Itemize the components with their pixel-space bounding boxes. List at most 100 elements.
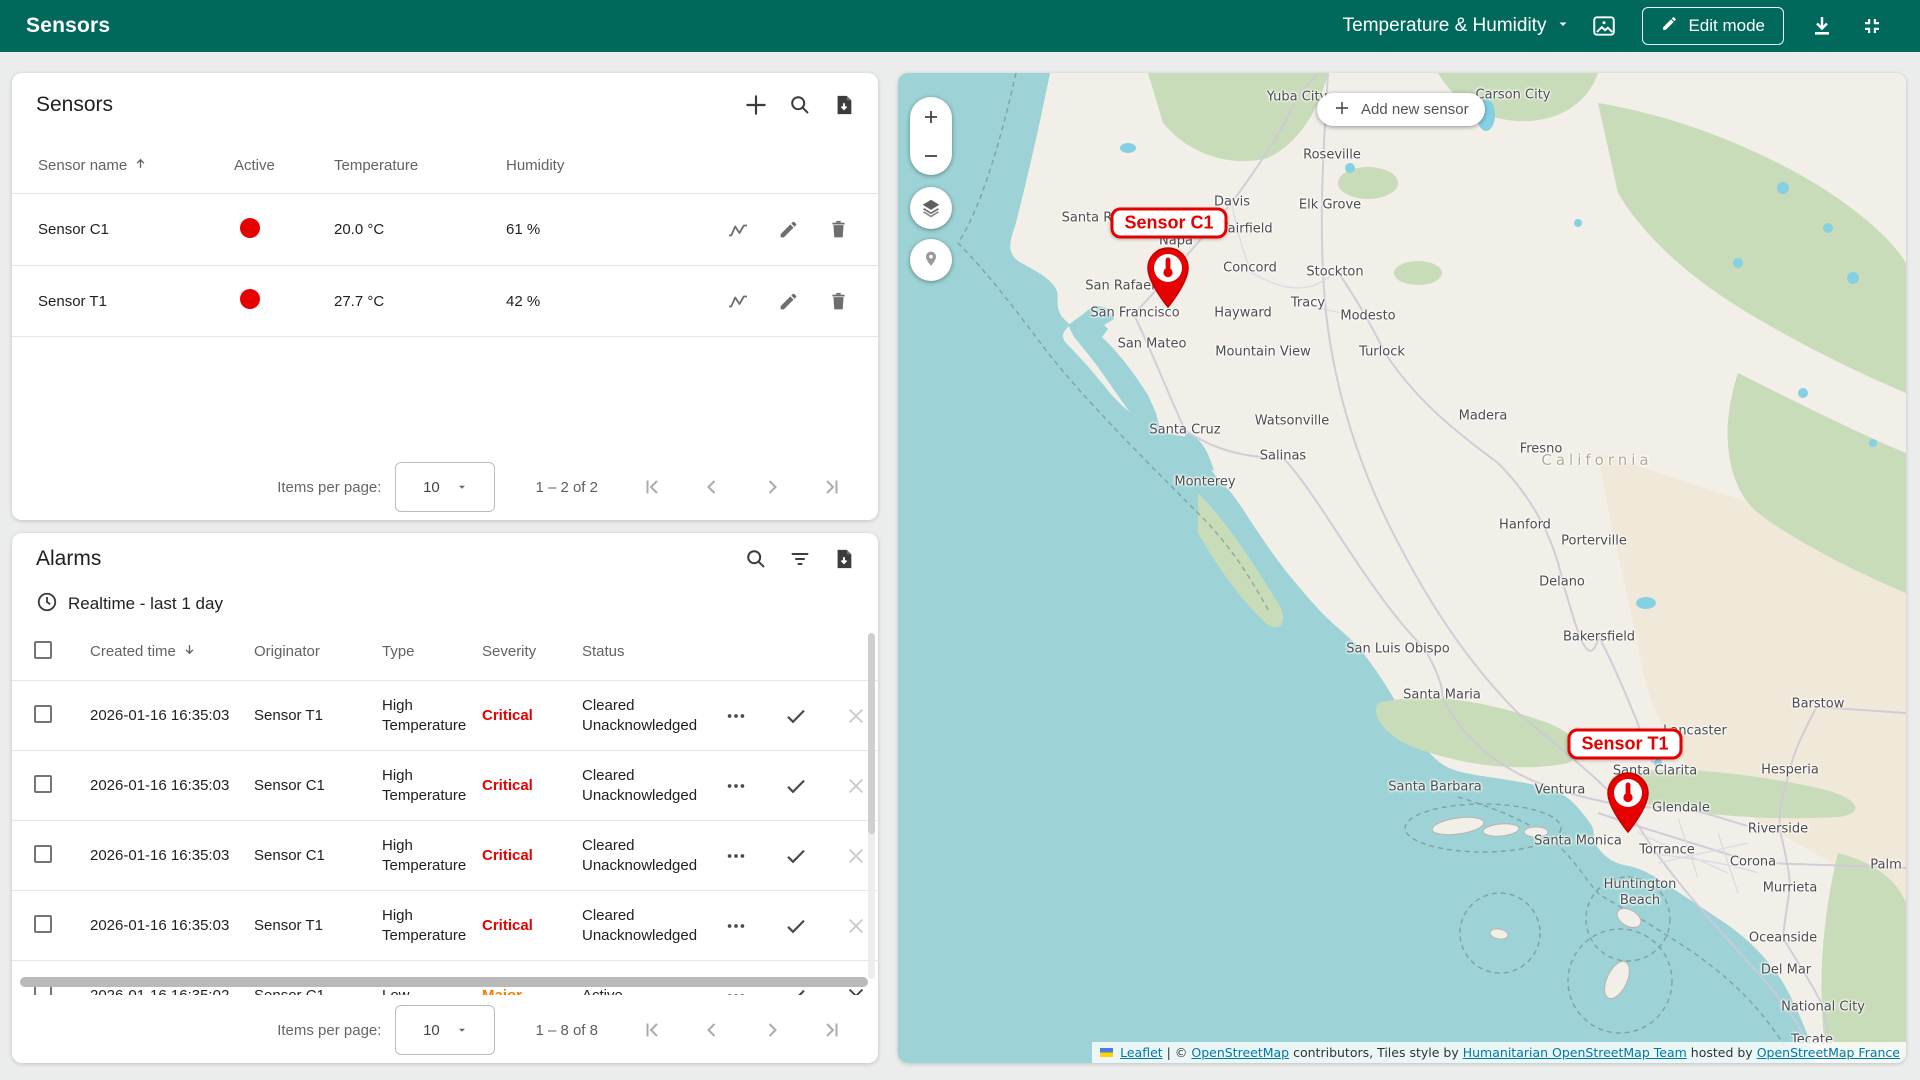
alarm-status: Cleared Unacknowledged xyxy=(568,696,718,736)
alarm-severity: Critical xyxy=(482,847,533,864)
first-page-icon[interactable] xyxy=(632,467,672,507)
page-size-select[interactable]: 10 xyxy=(395,1005,495,1055)
map-terrain xyxy=(898,73,1906,1063)
alarm-row[interactable]: 2026-01-16 16:35:03 Sensor T1 High Tempe… xyxy=(12,890,878,960)
timeseries-chart-icon[interactable] xyxy=(720,283,756,319)
layers-button[interactable] xyxy=(910,187,952,229)
last-page-icon[interactable] xyxy=(812,1010,852,1050)
acknowledge-icon[interactable] xyxy=(778,838,814,874)
sensor-marker-pin[interactable] xyxy=(1603,770,1653,839)
edit-icon[interactable] xyxy=(770,283,806,319)
leaflet-map[interactable]: Yuba City Carson City Roseville Santa Ro… xyxy=(898,73,1906,1063)
alarms-paginator: Items per page: 10 1 – 8 of 8 xyxy=(12,997,878,1063)
alarm-created-time: 2026-01-16 16:35:02 xyxy=(76,987,240,995)
sensors-paginator: Items per page: 10 1 – 2 of 2 xyxy=(12,454,878,520)
active-status-dot xyxy=(240,218,260,238)
edit-icon[interactable] xyxy=(770,212,806,248)
sensor-marker-pin[interactable] xyxy=(1143,245,1193,314)
alarm-type: High Temperature xyxy=(368,696,468,736)
row-checkbox[interactable] xyxy=(34,775,52,793)
active-status-dot xyxy=(240,289,260,309)
row-checkbox[interactable] xyxy=(34,845,52,863)
col-type[interactable]: Type xyxy=(368,643,468,660)
last-page-icon[interactable] xyxy=(812,467,852,507)
vertical-scrollbar[interactable] xyxy=(868,633,875,979)
alarm-row[interactable]: 2026-01-16 16:35:03 Sensor C1 High Tempe… xyxy=(12,750,878,820)
time-window-button[interactable]: Realtime - last 1 day xyxy=(12,585,878,623)
alarm-created-time: 2026-01-16 16:35:03 xyxy=(76,917,240,934)
city-label: Watsonville xyxy=(1255,414,1330,429)
alarm-row[interactable]: 2026-01-16 16:35:03 Sensor C1 High Tempe… xyxy=(12,820,878,890)
horizontal-scrollbar[interactable] xyxy=(20,977,868,987)
zoom-control xyxy=(910,97,952,175)
download-icon[interactable] xyxy=(1802,6,1842,46)
row-checkbox[interactable] xyxy=(34,705,52,723)
add-new-sensor-button[interactable]: Add new sensor xyxy=(1317,93,1485,126)
col-severity[interactable]: Severity xyxy=(468,643,568,660)
pencil-icon xyxy=(1661,15,1678,37)
sort-created-time[interactable]: Created time xyxy=(90,642,197,661)
sensor-row[interactable]: Sensor T1 27.7 °C 42 % xyxy=(12,265,878,337)
leaflet-link[interactable]: Leaflet xyxy=(1120,1045,1163,1060)
search-icon[interactable] xyxy=(736,539,776,579)
sort-sensor-name[interactable]: Sensor name xyxy=(38,156,148,175)
city-label: Del Mar xyxy=(1761,963,1811,978)
export-icon[interactable] xyxy=(824,539,864,579)
col-temperature[interactable]: Temperature xyxy=(320,157,492,174)
edit-mode-button[interactable]: Edit mode xyxy=(1642,7,1784,45)
hot-link[interactable]: Humanitarian OpenStreetMap Team xyxy=(1463,1045,1687,1060)
add-new-sensor-label: Add new sensor xyxy=(1361,101,1469,118)
select-all-checkbox[interactable] xyxy=(34,641,52,659)
osm-link[interactable]: OpenStreetMap xyxy=(1191,1045,1289,1060)
sensor-marker-label[interactable]: Sensor T1 xyxy=(1567,729,1682,760)
first-page-icon[interactable] xyxy=(632,1010,672,1050)
alarm-originator: Sensor C1 xyxy=(240,987,368,995)
acknowledge-icon[interactable] xyxy=(778,768,814,804)
col-status[interactable]: Status xyxy=(568,643,718,660)
sensor-temperature: 20.0 °C xyxy=(320,221,492,238)
row-checkbox[interactable] xyxy=(34,915,52,933)
map-attribution: Leaflet | © OpenStreetMap contributors, … xyxy=(1092,1042,1906,1063)
alarm-severity: Critical xyxy=(482,777,533,794)
alarm-originator: Sensor C1 xyxy=(240,777,368,794)
delete-icon[interactable] xyxy=(820,212,856,248)
next-page-icon[interactable] xyxy=(752,467,792,507)
more-actions-icon[interactable] xyxy=(718,768,754,804)
zoom-out-button[interactable] xyxy=(910,138,952,174)
add-entity-icon[interactable] xyxy=(736,85,776,125)
col-humidity[interactable]: Humidity xyxy=(492,157,647,174)
next-page-icon[interactable] xyxy=(752,1010,792,1050)
dashboard-image-icon[interactable] xyxy=(1584,6,1624,46)
city-label: Murrieta xyxy=(1763,881,1818,896)
sensors-rows: Sensor C1 20.0 °C 61 % Se xyxy=(12,193,878,337)
timeseries-chart-icon[interactable] xyxy=(720,212,756,248)
search-icon[interactable] xyxy=(780,85,820,125)
sensors-widget: Sensors Sensor name Active Temperature H… xyxy=(12,73,878,520)
acknowledge-icon[interactable] xyxy=(778,698,814,734)
alarm-status: Cleared Unacknowledged xyxy=(568,836,718,876)
delete-icon[interactable] xyxy=(820,283,856,319)
osmfr-link[interactable]: OpenStreetMap France xyxy=(1757,1045,1900,1060)
acknowledge-icon[interactable] xyxy=(778,908,814,944)
dashboard-state-select[interactable]: Temperature & Humidity xyxy=(1339,9,1575,43)
col-originator[interactable]: Originator xyxy=(240,643,368,660)
sensor-marker-label[interactable]: Sensor C1 xyxy=(1110,208,1227,239)
more-actions-icon[interactable] xyxy=(718,698,754,734)
filter-icon[interactable] xyxy=(780,539,820,579)
alarm-row[interactable]: 2026-01-16 16:35:03 Sensor T1 High Tempe… xyxy=(12,680,878,750)
more-actions-icon[interactable] xyxy=(718,838,754,874)
locate-button[interactable] xyxy=(910,239,952,281)
sensor-row[interactable]: Sensor C1 20.0 °C 61 % xyxy=(12,193,878,265)
zoom-in-button[interactable] xyxy=(910,99,952,135)
sensor-temperature: 27.7 °C xyxy=(320,293,492,310)
prev-page-icon[interactable] xyxy=(692,1010,732,1050)
more-actions-icon[interactable] xyxy=(718,908,754,944)
city-label: Oceanside xyxy=(1749,931,1817,946)
exit-fullscreen-icon[interactable] xyxy=(1852,6,1892,46)
city-label: Santa Barbara xyxy=(1388,780,1481,795)
page-size-select[interactable]: 10 xyxy=(395,462,495,512)
col-active[interactable]: Active xyxy=(220,157,320,174)
city-label: Riverside xyxy=(1748,822,1808,837)
prev-page-icon[interactable] xyxy=(692,467,732,507)
export-icon[interactable] xyxy=(824,85,864,125)
